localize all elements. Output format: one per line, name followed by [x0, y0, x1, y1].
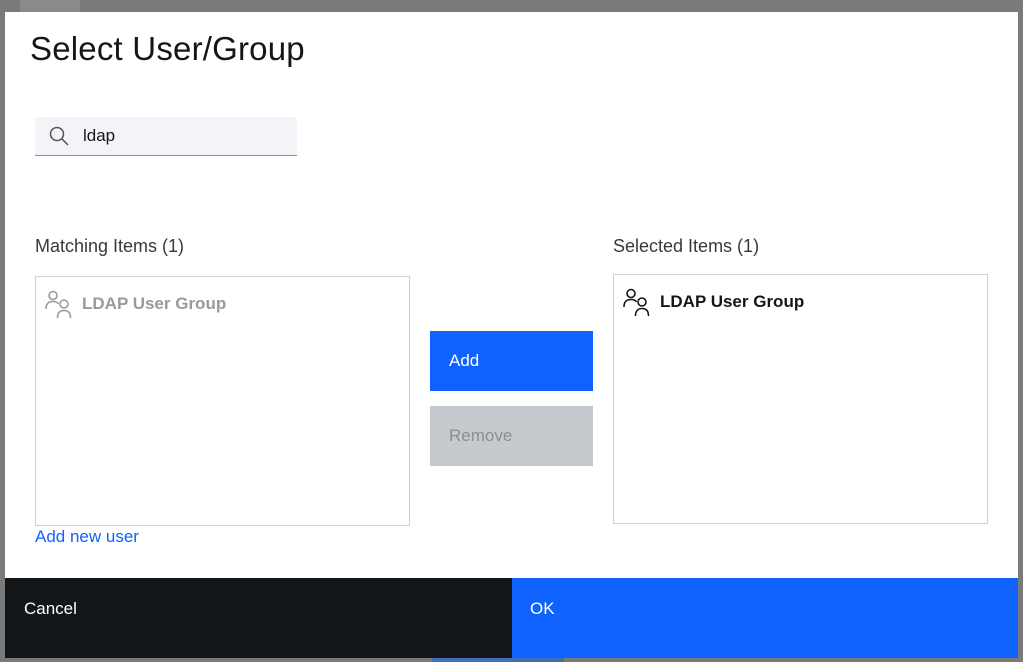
list-item-label: LDAP User Group — [82, 294, 227, 313]
list-item[interactable]: LDAP User Group — [622, 287, 804, 317]
add-button[interactable]: Add — [430, 331, 593, 391]
select-user-group-dialog: Select User/Group Matching Items (1) LDA… — [5, 12, 1018, 658]
search-input[interactable] — [83, 117, 288, 155]
selected-items-list[interactable]: LDAP User Group — [613, 274, 988, 524]
cancel-button[interactable]: Cancel — [5, 578, 512, 658]
remove-button[interactable]: Remove — [430, 406, 593, 466]
ok-button[interactable]: OK — [512, 578, 1018, 658]
list-item-label: LDAP User Group — [660, 292, 805, 311]
dialog-title: Select User/Group — [30, 30, 305, 67]
list-item[interactable]: LDAP User Group — [44, 289, 226, 319]
selected-items-label: Selected Items (1) — [613, 236, 760, 256]
user-group-icon — [623, 288, 650, 317]
search-field[interactable] — [35, 117, 297, 156]
background-element — [20, 0, 80, 12]
user-group-icon — [45, 290, 72, 319]
matching-items-label: Matching Items (1) — [35, 236, 185, 256]
search-icon — [49, 126, 69, 146]
add-new-user-link[interactable]: Add new user — [35, 527, 139, 547]
matching-items-list[interactable]: LDAP User Group — [35, 276, 410, 526]
